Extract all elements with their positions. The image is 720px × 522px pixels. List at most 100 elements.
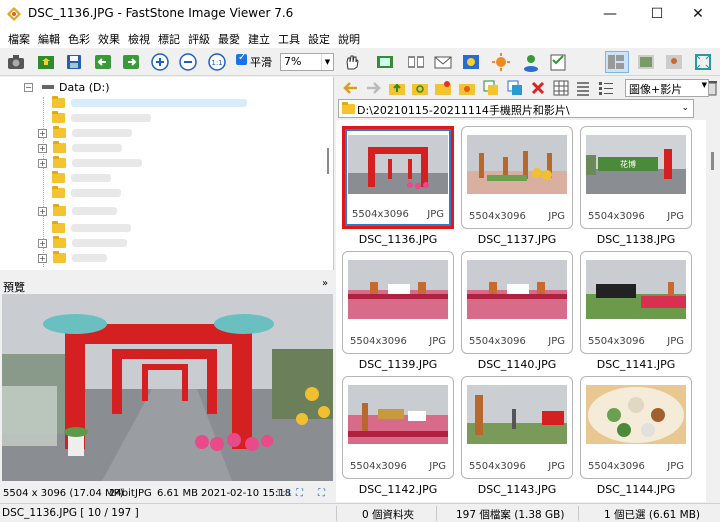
next-button[interactable] (121, 52, 141, 72)
fit-icon[interactable]: ⛶ (296, 488, 303, 499)
menu-view[interactable]: 檢視 (124, 28, 154, 48)
zoom-out-button[interactable] (178, 52, 198, 72)
hand-tool-button[interactable] (342, 52, 362, 72)
zoom-in-button[interactable] (150, 52, 170, 72)
email-button[interactable] (433, 52, 453, 72)
tree-folder[interactable]: + (38, 126, 132, 140)
thumbnail-filename[interactable]: DSC_1144.JPG (580, 483, 692, 496)
view-list-button[interactable] (574, 79, 592, 97)
open-button[interactable] (36, 52, 56, 72)
thumbnail-format: JPG (667, 461, 684, 472)
favorites-folder-button[interactable] (458, 79, 476, 97)
move-to-button[interactable] (506, 79, 524, 97)
preview-image[interactable] (2, 294, 333, 481)
view-filter-select[interactable]: 圖像+影片 ▼ (625, 79, 709, 97)
batch-button[interactable] (548, 52, 568, 72)
delete-button[interactable] (529, 79, 547, 97)
thumbnail-filename[interactable]: DSC_1141.JPG (580, 358, 692, 371)
compare-button[interactable] (406, 52, 426, 72)
layout-browser-button[interactable] (605, 51, 629, 73)
tree-folder[interactable]: + (38, 156, 142, 170)
tree-folder[interactable] (52, 111, 151, 125)
fullscreen-preview-icon[interactable]: ⛶ (318, 488, 325, 499)
tree-folder[interactable]: + (38, 236, 127, 250)
menu-edit[interactable]: 編輯 (34, 28, 64, 48)
grid-scrollbar-thumb[interactable] (711, 152, 714, 170)
tree-folder[interactable]: + (38, 251, 107, 265)
view-thumbnails-button[interactable] (552, 79, 570, 97)
close-button[interactable]: ✕ (676, 0, 720, 28)
thumbnail-card[interactable]: 5504x3096 JPG (461, 251, 573, 354)
thumbnail-filename[interactable]: DSC_1136.JPG (342, 233, 454, 246)
menu-effects[interactable]: 效果 (94, 28, 124, 48)
tree-folder[interactable]: + (38, 204, 117, 218)
grid-scrollbar[interactable] (706, 120, 720, 502)
layout-thumbs-button[interactable] (664, 52, 684, 72)
forward-button[interactable] (364, 79, 382, 97)
image-size: 6.61 MB (157, 488, 198, 499)
slideshow-button[interactable] (375, 52, 395, 72)
maximize-button[interactable]: ☐ (635, 0, 679, 28)
thumbnail-card[interactable]: 花博 5504x3096 JPG (580, 126, 692, 229)
fullscreen-icon (695, 54, 711, 70)
details-view-icon (599, 82, 613, 95)
tree-root[interactable]: − Data (D:) (24, 80, 110, 94)
actual-size-button[interactable]: 1:1 (207, 52, 227, 72)
save-button[interactable] (64, 52, 84, 72)
thumbnail-filename[interactable]: DSC_1137.JPG (461, 233, 573, 246)
menu-file[interactable]: 檔案 (4, 28, 34, 48)
tree-folder[interactable] (52, 171, 111, 185)
tree-folder[interactable] (52, 96, 247, 110)
tree-folder[interactable] (52, 221, 131, 235)
prev-button[interactable] (93, 52, 113, 72)
collapse-preview-icon[interactable]: » (322, 278, 328, 289)
thumbnail-card[interactable]: 5504x3096 JPG (342, 376, 454, 479)
menu-create[interactable]: 建立 (244, 28, 274, 48)
thumbnail-filename[interactable]: DSC_1138.JPG (580, 233, 692, 246)
thumbnail-filename[interactable]: DSC_1142.JPG (342, 483, 454, 496)
minimize-button[interactable]: — (588, 0, 632, 28)
thumbnail-card[interactable]: 5504x3096 JPG (461, 126, 573, 229)
menu-rating[interactable]: 評級 (184, 28, 214, 48)
expand-icon[interactable]: + (38, 143, 47, 153)
thumbnail-card[interactable]: 5504x3096 JPG (580, 376, 692, 479)
expand-icon[interactable]: + (38, 238, 47, 248)
menu-favorites[interactable]: 最愛 (214, 28, 244, 48)
menu-colors[interactable]: 色彩 (64, 28, 94, 48)
menu-tools[interactable]: 工具 (274, 28, 304, 48)
expand-icon[interactable]: + (38, 253, 47, 263)
color-adjust-button[interactable] (491, 52, 511, 72)
thumbnail-card[interactable]: 5504x3096 JPG (580, 251, 692, 354)
thumbnail-filename[interactable]: DSC_1140.JPG (461, 358, 573, 371)
expand-icon[interactable]: + (38, 128, 47, 138)
new-folder-button[interactable] (434, 79, 452, 97)
thumbnail-filename[interactable]: DSC_1139.JPG (342, 358, 454, 371)
tree-scrollbar-thumb[interactable] (327, 148, 329, 174)
wallpaper-button[interactable] (461, 52, 481, 72)
folder-name-redacted (72, 159, 142, 167)
up-folder-button[interactable] (388, 79, 406, 97)
acquire-button[interactable] (6, 52, 26, 72)
path-combobox[interactable]: D:\20210115-20211114手機照片和影片\ ⌄ (338, 99, 694, 118)
thumbnail-filename[interactable]: DSC_1143.JPG (461, 483, 573, 496)
menu-settings[interactable]: 設定 (304, 28, 334, 48)
layout-preview-button[interactable] (636, 52, 656, 72)
copy-to-button[interactable] (482, 79, 500, 97)
refresh-folder-button[interactable] (411, 79, 429, 97)
back-button[interactable] (342, 79, 360, 97)
thumbnail-card[interactable]: 5504x3096 JPG (461, 376, 573, 479)
expand-icon[interactable]: + (38, 206, 47, 216)
menu-tag[interactable]: 標記 (154, 28, 184, 48)
tree-folder[interactable] (52, 186, 121, 200)
thumbnail-card[interactable]: 5504x3096 JPG (342, 251, 454, 354)
zoom-select[interactable]: 7% ▼ (280, 53, 334, 71)
view-details-button[interactable] (597, 79, 615, 97)
fullscreen-button[interactable] (693, 52, 713, 72)
tree-folder[interactable]: + (38, 141, 122, 155)
thumbnail-card[interactable]: 5504x3096 JPG (342, 126, 454, 229)
expand-icon[interactable]: + (38, 158, 47, 168)
collapse-icon[interactable]: − (24, 82, 33, 92)
ratio-toggle[interactable]: 1:1 (276, 488, 292, 499)
settings-button[interactable] (521, 52, 541, 72)
menu-help[interactable]: 說明 (334, 28, 364, 48)
